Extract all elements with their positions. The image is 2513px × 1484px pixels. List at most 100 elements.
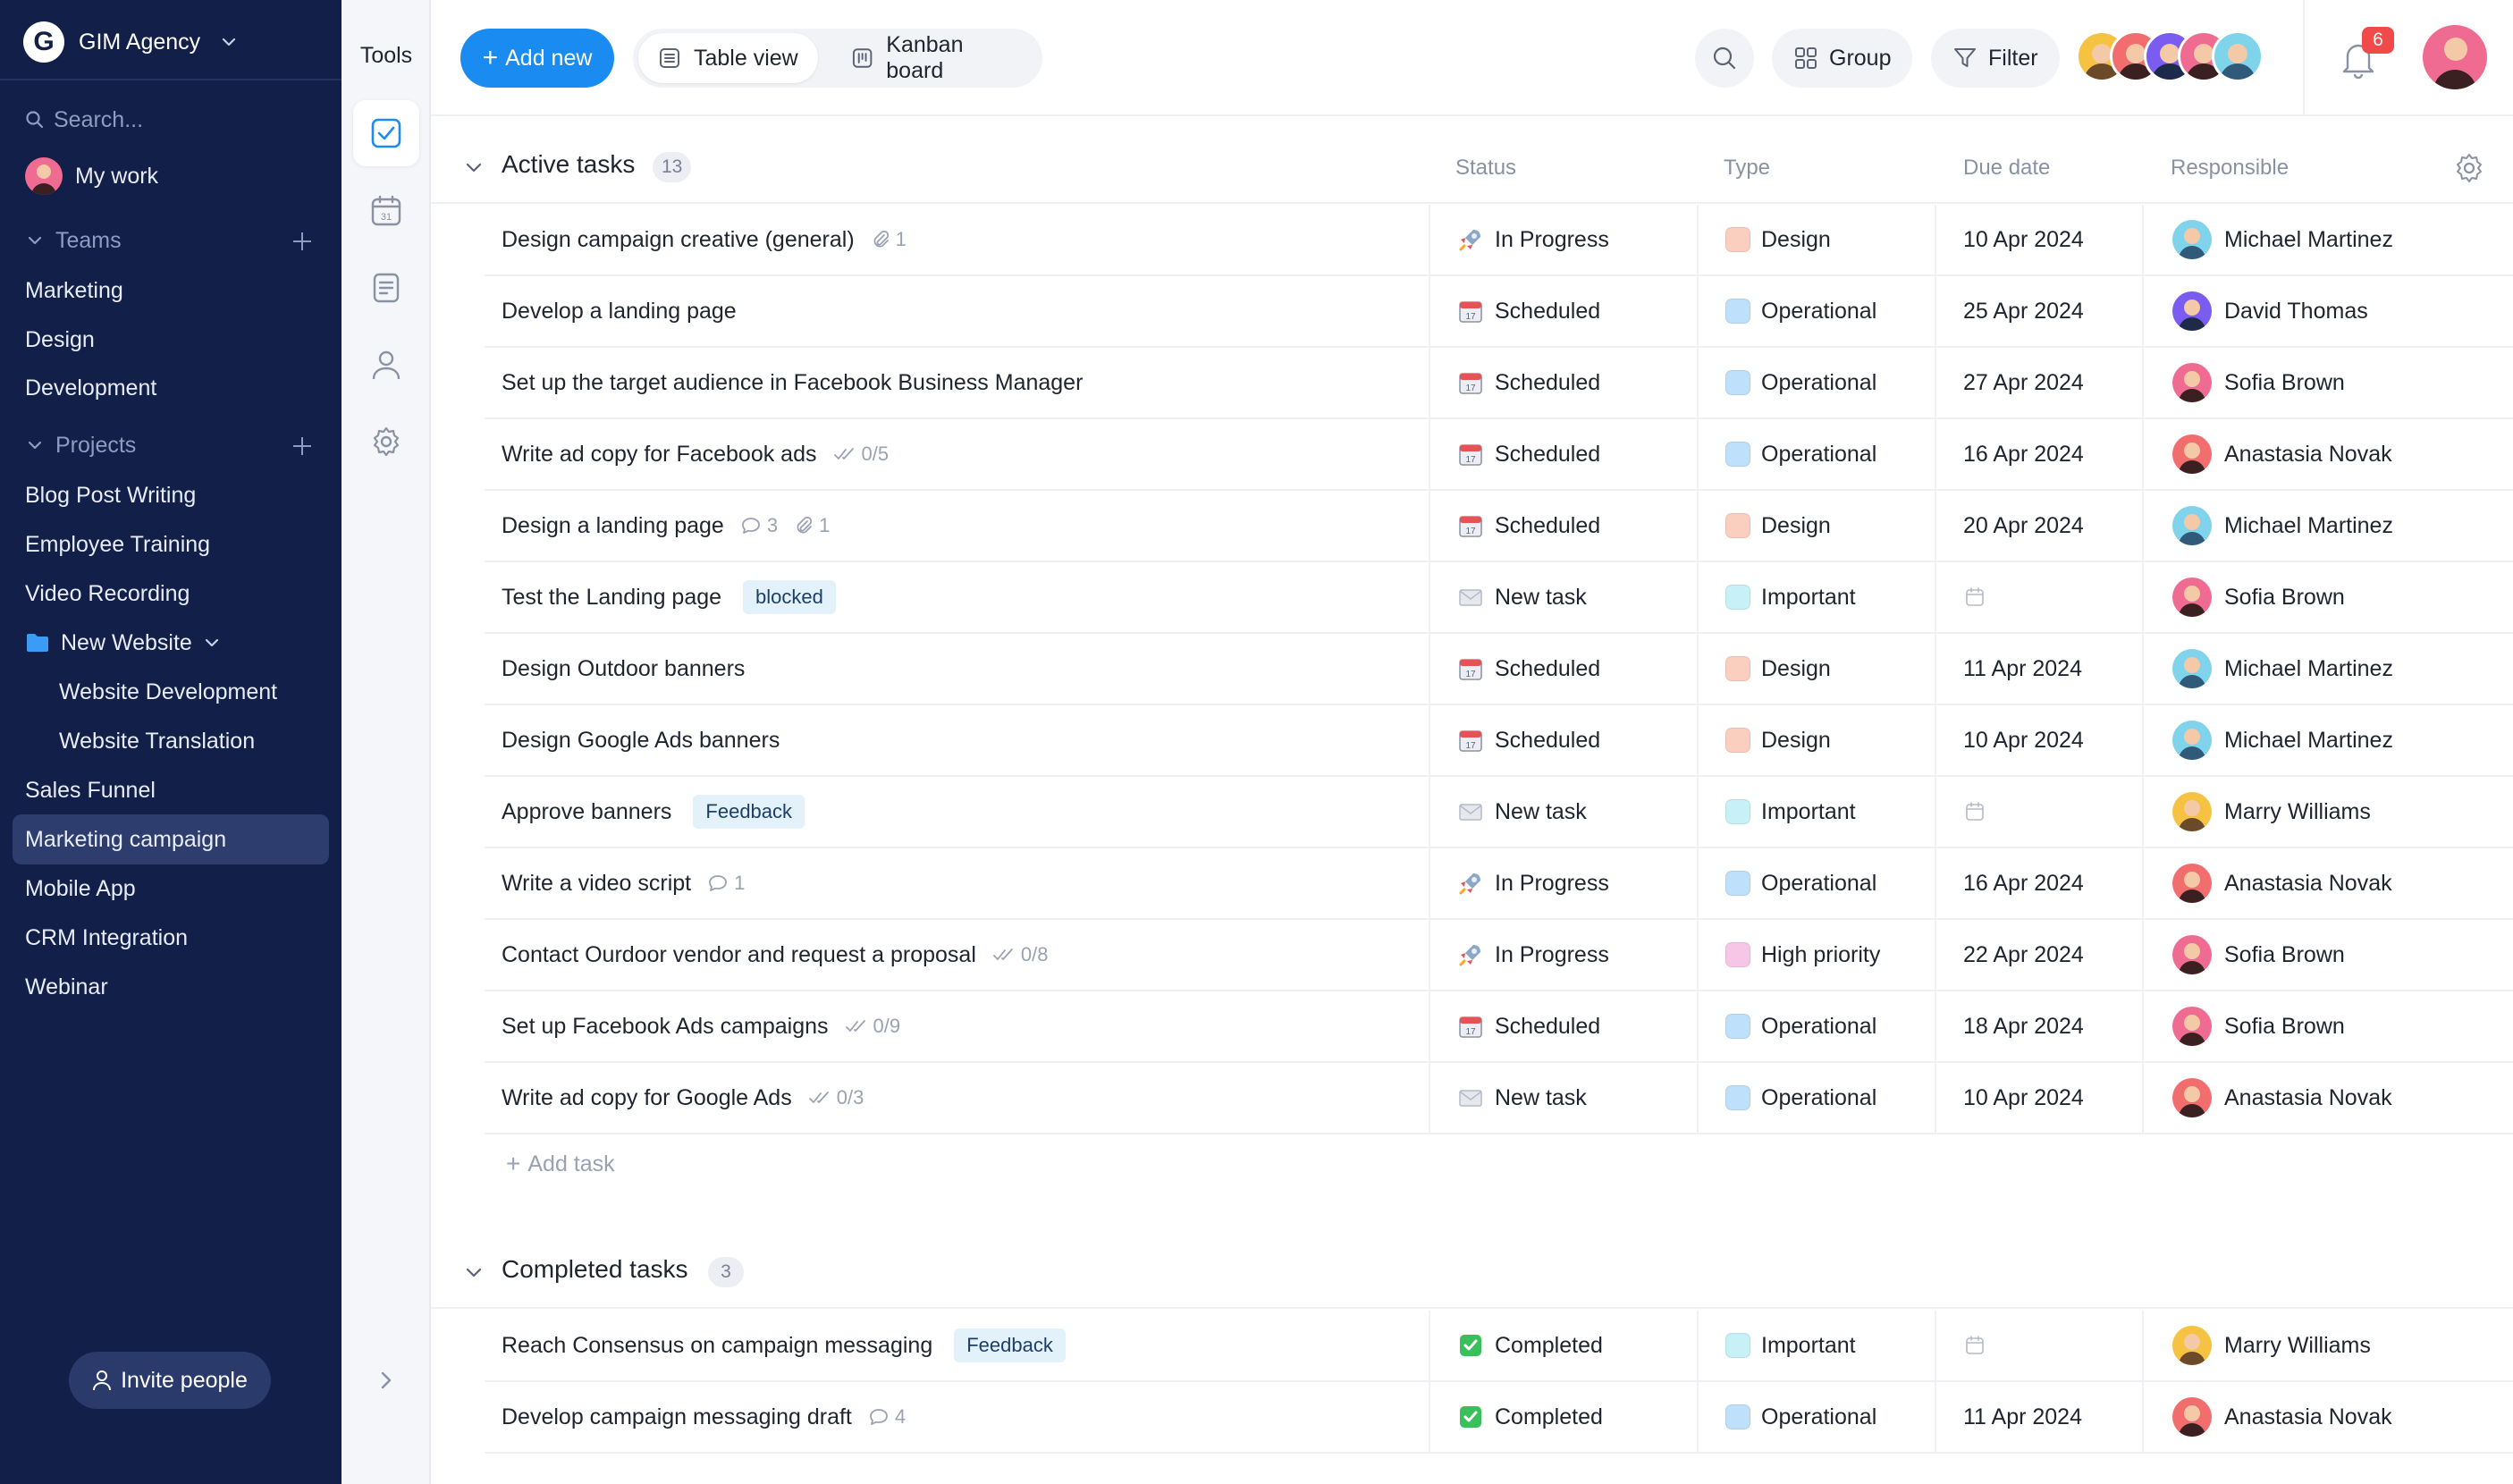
table-row[interactable]: Develop campaign messaging draft 4 Complet… (431, 1382, 2513, 1454)
sidebar-item-webinar[interactable]: Webinar (25, 967, 108, 1007)
invite-people-button[interactable]: Invite people (69, 1352, 271, 1409)
type-cell[interactable]: High priority (1725, 920, 1880, 990)
type-cell[interactable]: Operational (1725, 276, 1876, 346)
responsible-cell[interactable]: Michael Martinez (2172, 205, 2393, 274)
responsible-cell[interactable]: Sofia Brown (2172, 348, 2345, 417)
task-name-cell[interactable]: Develop a landing page (502, 276, 737, 346)
status-cell[interactable]: Completed (1457, 1382, 1603, 1452)
status-cell[interactable]: 17 Scheduled (1457, 348, 1600, 417)
task-name-cell[interactable]: Write ad copy for Google Ads 0/3 (502, 1063, 864, 1133)
due-date-cell[interactable]: 11 Apr 2024 (1963, 1382, 2082, 1452)
due-date-cell[interactable]: 25 Apr 2024 (1963, 276, 2084, 346)
task-name-cell[interactable]: Approve banners Feedback (502, 777, 805, 847)
calendar-icon[interactable] (1963, 586, 1986, 609)
sidebar-search[interactable]: Search... (25, 100, 143, 139)
sidebar-item-blog-post-writing[interactable]: Blog Post Writing (25, 476, 196, 515)
sidebar-item-mobile-app[interactable]: Mobile App (25, 869, 136, 908)
sidebar-item-website-development[interactable]: Website Development (59, 672, 277, 712)
type-cell[interactable]: Important (1725, 777, 1856, 847)
responsible-cell[interactable]: Michael Martinez (2172, 634, 2393, 704)
tool-settings[interactable] (353, 409, 419, 475)
table-row[interactable]: Set up the target audience in Facebook B… (431, 348, 2513, 419)
status-cell[interactable]: New task (1457, 777, 1587, 847)
task-name-cell[interactable]: Test the Landing page blocked (502, 562, 836, 632)
type-cell[interactable]: Design (1725, 205, 1831, 274)
status-cell[interactable]: In Progress (1457, 920, 1609, 990)
group-button[interactable]: Group (1772, 29, 1913, 88)
type-cell[interactable]: Design (1725, 491, 1831, 561)
status-cell[interactable]: 17 Scheduled (1457, 634, 1600, 704)
responsible-cell[interactable]: Anastasia Novak (2172, 419, 2392, 489)
due-date-cell[interactable] (1963, 777, 1986, 847)
sidebar-item-my-work[interactable]: My work (25, 156, 158, 196)
task-name-cell[interactable]: Write a video script 1 (502, 848, 745, 918)
task-tag[interactable]: Feedback (954, 1328, 1066, 1362)
chevron-down-icon[interactable] (463, 1262, 485, 1284)
responsible-cell[interactable]: Sofia Brown (2172, 991, 2345, 1061)
responsible-cell[interactable]: David Thomas (2172, 276, 2368, 346)
table-row[interactable]: Design campaign creative (general) 1 In Pr… (431, 205, 2513, 276)
column-header-responsible[interactable]: Responsible (2171, 156, 2289, 181)
table-row[interactable]: Write ad copy for Google Ads 0/3 New task O… (431, 1063, 2513, 1134)
column-header-type[interactable]: Type (1724, 156, 1770, 181)
table-row[interactable]: Design Outdoor banners 17 Scheduled Design 1… (431, 634, 2513, 705)
due-date-cell[interactable] (1963, 1311, 1986, 1380)
type-cell[interactable]: Design (1725, 634, 1831, 704)
due-date-cell[interactable]: 18 Apr 2024 (1963, 991, 2084, 1061)
add-project-icon[interactable] (291, 435, 313, 457)
type-cell[interactable]: Operational (1725, 1063, 1876, 1133)
task-name-cell[interactable]: Set up the target audience in Facebook B… (502, 348, 1083, 417)
status-cell[interactable]: New task (1457, 1063, 1587, 1133)
responsible-cell[interactable]: Michael Martinez (2172, 491, 2393, 561)
responsible-cell[interactable]: Sofia Brown (2172, 562, 2345, 632)
calendar-icon[interactable] (1963, 1334, 1986, 1357)
workspace-switcher[interactable]: G GIM Agency (23, 20, 238, 64)
teams-section-toggle[interactable]: Teams (25, 221, 122, 260)
calendar-icon[interactable] (1963, 800, 1986, 823)
responsible-cell[interactable]: Marry Williams (2172, 777, 2371, 847)
table-row[interactable]: Design a landing page 3 1 17 Scheduled Design… (431, 491, 2513, 562)
task-name-cell[interactable]: Reach Consensus on campaign messaging Fee… (502, 1311, 1066, 1380)
due-date-cell[interactable]: 22 Apr 2024 (1963, 920, 2084, 990)
due-date-cell[interactable]: 20 Apr 2024 (1963, 491, 2084, 561)
task-name-cell[interactable]: Design campaign creative (general) 1 (502, 205, 907, 274)
chevron-right-icon[interactable] (374, 1368, 399, 1393)
sidebar-item-marketing[interactable]: Marketing (25, 271, 123, 310)
task-name-cell[interactable]: Contact Ourdoor vendor and request a pro… (502, 920, 1048, 990)
tab-kanban-board[interactable]: Kanban board (831, 32, 1042, 83)
due-date-cell[interactable]: 16 Apr 2024 (1963, 419, 2084, 489)
table-row[interactable]: Write ad copy for Facebook ads 0/5 17 Sched… (431, 419, 2513, 491)
tool-people[interactable] (353, 332, 419, 398)
chevron-down-icon[interactable] (463, 157, 485, 179)
table-row[interactable]: Test the Landing page blocked New task Impo… (431, 562, 2513, 634)
task-tag[interactable]: blocked (743, 580, 836, 614)
status-cell[interactable]: 17 Scheduled (1457, 705, 1600, 775)
due-date-cell[interactable]: 16 Apr 2024 (1963, 848, 2084, 918)
type-cell[interactable]: Operational (1725, 419, 1876, 489)
status-cell[interactable]: 17 Scheduled (1457, 276, 1600, 346)
table-row[interactable]: Contact Ourdoor vendor and request a pro… (431, 920, 2513, 991)
status-cell[interactable]: In Progress (1457, 848, 1609, 918)
task-tag[interactable]: Feedback (693, 795, 805, 829)
task-name-cell[interactable]: Design Google Ads banners (502, 705, 780, 775)
status-cell[interactable]: Completed (1457, 1311, 1603, 1380)
responsible-cell[interactable]: Anastasia Novak (2172, 848, 2392, 918)
sidebar-item-marketing-campaign[interactable]: Marketing campaign (25, 820, 226, 859)
due-date-cell[interactable]: 11 Apr 2024 (1963, 634, 2082, 704)
add-new-button[interactable]: + Add new (460, 29, 614, 88)
responsible-cell[interactable]: Anastasia Novak (2172, 1382, 2392, 1452)
add-team-icon[interactable] (291, 231, 313, 252)
table-row[interactable]: Write a video script 1 In Progress Operatio… (431, 848, 2513, 920)
tool-notes[interactable] (353, 255, 419, 321)
sidebar-item-design[interactable]: Design (25, 320, 95, 359)
column-header-due-date[interactable]: Due date (1963, 156, 2050, 181)
sidebar-item-development[interactable]: Development (25, 368, 156, 408)
responsible-cell[interactable]: Marry Williams (2172, 1311, 2371, 1380)
table-row[interactable]: Design Google Ads banners 17 Scheduled Desi… (431, 705, 2513, 777)
tool-tasks[interactable] (353, 100, 419, 166)
due-date-cell[interactable]: 10 Apr 2024 (1963, 705, 2084, 775)
sidebar-item-employee-training[interactable]: Employee Training (25, 525, 210, 564)
task-name-cell[interactable]: Design a landing page 3 1 (502, 491, 830, 561)
current-user-avatar[interactable] (2423, 25, 2487, 89)
status-cell[interactable]: New task (1457, 562, 1587, 632)
